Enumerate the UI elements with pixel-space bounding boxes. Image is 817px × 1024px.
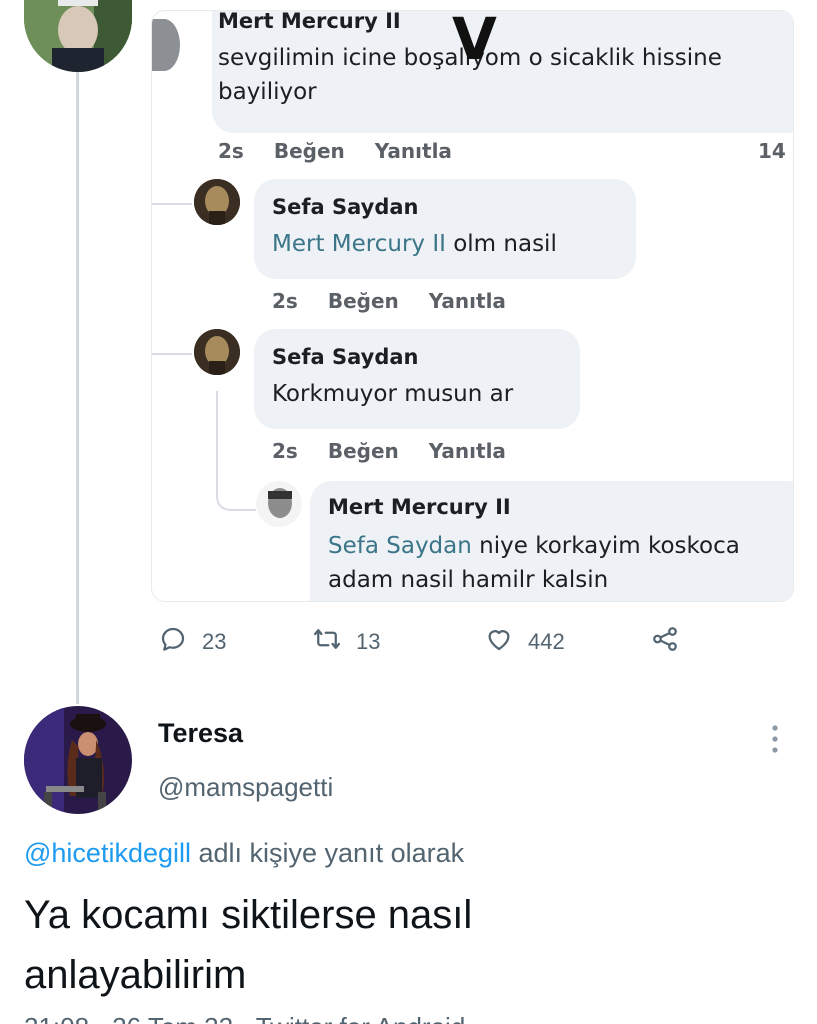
more-icon	[772, 725, 778, 753]
reply-connector	[216, 391, 256, 511]
comment-text-line2: bayiliyor	[218, 79, 317, 105]
retweet-button[interactable]: 13	[312, 624, 380, 660]
commenter-avatar	[256, 481, 302, 527]
replying-to-suffix: adlı kişiye yanıt olarak	[190, 838, 465, 868]
reply-meta: 2s Beğen Yanıtla	[272, 289, 506, 313]
reply-author-name[interactable]: Teresa	[158, 718, 243, 749]
more-options-button[interactable]	[768, 722, 782, 758]
reply-text: Mert Mercury II olm nasil	[272, 231, 557, 257]
reply-icon	[158, 624, 188, 660]
comment-meta: 2s Beğen Yanıtla	[218, 139, 452, 163]
reply-count: 23	[202, 629, 227, 654]
previous-tweet-avatar[interactable]	[24, 0, 132, 72]
reply-author-avatar[interactable]	[24, 706, 132, 814]
reply-text-line1: Sefa Saydan niye korkayim koskoca	[328, 533, 740, 559]
tweet-text-line1: Ya kocamı siktilerse nasıl	[24, 893, 473, 937]
like-count: 442	[528, 629, 565, 654]
reply-button[interactable]: 23	[158, 624, 226, 660]
reply-connector	[152, 353, 192, 355]
retweet-icon	[312, 624, 342, 660]
reply-connector	[152, 203, 192, 205]
commenter-avatar	[194, 329, 240, 375]
like-icon	[484, 624, 514, 660]
share-icon	[650, 624, 680, 660]
commenter-avatar	[194, 179, 240, 225]
commenter-avatar	[152, 19, 180, 71]
embedded-screenshot-image[interactable]: Mert Mercury II sevgilimin icine boşaliy…	[151, 10, 794, 602]
retweet-count: 13	[356, 629, 381, 654]
tweet-text: Ya kocamı siktilerse nasıl anlayabilirim	[24, 885, 794, 1005]
tweet-timestamp[interactable]: 21:08 · 26 Tem 22 · Twitter for Android	[24, 1012, 794, 1024]
reply-author: Sefa Saydan	[272, 195, 419, 219]
reply-author: Sefa Saydan	[272, 345, 419, 369]
tweet-text-line2: anlayabilirim	[24, 953, 247, 997]
reply-author: Mert Mercury II	[328, 495, 511, 519]
thread-connector-line	[76, 72, 79, 704]
reply-meta: 2s Beğen Yanıtla	[272, 439, 506, 463]
reply-author-handle[interactable]: @mamspagetti	[158, 772, 333, 803]
share-button[interactable]	[650, 624, 680, 660]
comment-author: Mert Mercury II	[218, 10, 401, 33]
reaction-count: 14	[758, 139, 786, 163]
replying-to-line: @hicetikdegill adlı kişiye yanıt olarak	[24, 838, 464, 869]
replying-to-mention[interactable]: @hicetikdegill	[24, 838, 191, 868]
scribble-mark: V	[452, 10, 497, 73]
reply-text: Korkmuyor musun ar	[272, 381, 514, 407]
reply-text-line2: adam nasil hamilr kalsin	[328, 567, 609, 593]
like-button[interactable]: 442	[484, 624, 565, 660]
